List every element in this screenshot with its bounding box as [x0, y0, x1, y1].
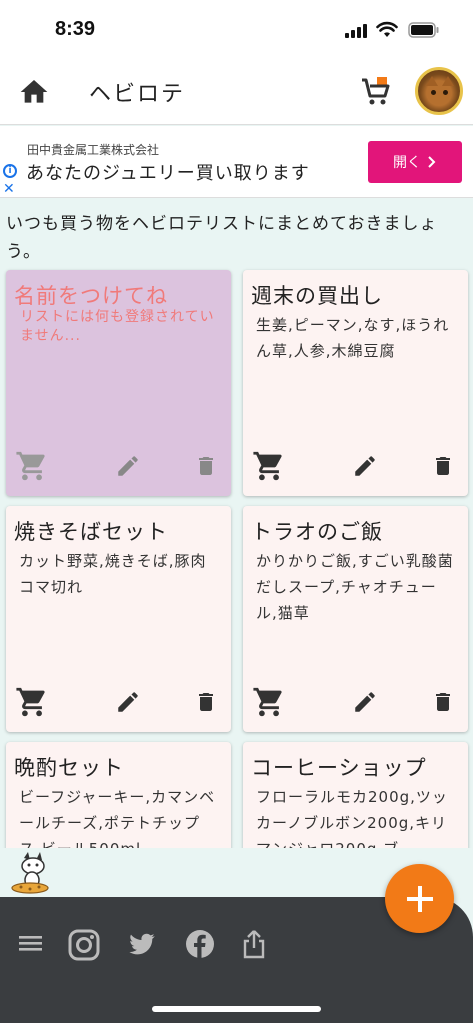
- signal-icon: [345, 24, 367, 38]
- edit-icon[interactable]: [108, 446, 148, 486]
- user-avatar[interactable]: [415, 67, 463, 115]
- list-grid: 名前をつけてね リストには何も登録されていません... 週末の買出し 生姜,ピーマン,…: [0, 266, 473, 848]
- delete-icon[interactable]: [186, 682, 226, 722]
- chevron-right-icon: [428, 156, 436, 168]
- app-screen: 8:39 ヘビロテ 田中貴金属工業株式会社 あなたのジュエリー買い取ります i …: [0, 0, 473, 1023]
- cart-icon[interactable]: [249, 682, 289, 722]
- twitter-icon[interactable]: [126, 929, 158, 959]
- ad-close-icon[interactable]: ✕: [3, 181, 15, 197]
- home-indicator[interactable]: [152, 1006, 321, 1012]
- list-card[interactable]: 焼きそばセットカット野菜,焼きそば,豚肉コマ切れ: [6, 506, 231, 732]
- share-icon[interactable]: [242, 929, 266, 959]
- list-items: 生姜,ピーマン,なす,ほうれん草,人参,木綿豆腐: [256, 316, 450, 360]
- list-card[interactable]: コーヒーショップフローラルモカ200g,ツッカーノブルボン200g,キリマンジャ…: [243, 742, 468, 848]
- list-name: 週末の買出し: [251, 284, 383, 308]
- edit-icon[interactable]: [108, 682, 148, 722]
- delete-icon[interactable]: [186, 446, 226, 486]
- list-items: ビーフジャーキー,カマンベールチーズ,ポテトチップス,ビール500ml: [19, 788, 216, 848]
- edit-icon[interactable]: [345, 682, 385, 722]
- plus-icon: [406, 885, 433, 912]
- list-name: 名前をつけてね: [14, 284, 168, 308]
- cart-icon[interactable]: [12, 682, 52, 722]
- ad-company: 田中貴金属工業株式会社: [27, 143, 160, 157]
- add-list-button[interactable]: [385, 864, 454, 933]
- list-items: カット野菜,焼きそば,豚肉コマ切れ: [19, 552, 207, 596]
- app-title: ヘビロテ: [89, 82, 186, 107]
- ad-open-button[interactable]: 開く: [368, 141, 462, 183]
- cat-mascot-icon: [11, 852, 49, 894]
- status-bar: 8:39: [0, 0, 473, 62]
- ad-info-icon[interactable]: i: [3, 164, 17, 178]
- status-time: 8:39: [55, 18, 96, 40]
- list-card[interactable]: 名前をつけてね リストには何も登録されていません...: [6, 270, 231, 496]
- list-card[interactable]: 晩酌セットビーフジャーキー,カマンベールチーズ,ポテトチップス,ビール500ml: [6, 742, 231, 848]
- instagram-icon[interactable]: [68, 929, 100, 961]
- app-bar: ヘビロテ: [0, 62, 473, 125]
- list-card[interactable]: 週末の買出し生姜,ピーマン,なす,ほうれん草,人参,木綿豆腐: [243, 270, 468, 496]
- list-name: コーヒーショップ: [251, 756, 427, 780]
- cart-add-icon[interactable]: [359, 74, 393, 108]
- list-name: トラオのご飯: [251, 520, 383, 544]
- list-name: 晩酌セット: [14, 756, 124, 780]
- ad-open-label: 開く: [393, 155, 421, 171]
- cart-icon[interactable]: [249, 446, 289, 486]
- cart-icon[interactable]: [12, 446, 52, 486]
- home-icon[interactable]: [18, 76, 50, 108]
- ad-banner[interactable]: 田中貴金属工業株式会社 あなたのジュエリー買い取ります i ✕ 開く: [0, 126, 473, 198]
- facebook-icon[interactable]: [185, 929, 215, 959]
- battery-icon: [408, 22, 439, 38]
- list-items: かりかりご飯,すごい乳酸菌だしスープ,チャオチュール,猫草: [256, 552, 454, 622]
- menu-icon[interactable]: [18, 933, 44, 953]
- list-name: 焼きそばセット: [14, 520, 168, 544]
- intro-text: いつも買う物をヘビロテリストにまとめておきましょう。: [6, 214, 438, 262]
- delete-icon[interactable]: [423, 682, 463, 722]
- ad-headline[interactable]: あなたのジュエリー買い取ります: [26, 159, 310, 185]
- wifi-icon: [376, 21, 398, 37]
- list-card[interactable]: トラオのご飯かりかりご飯,すごい乳酸菌だしスープ,チャオチュール,猫草: [243, 506, 468, 732]
- edit-icon[interactable]: [345, 446, 385, 486]
- list-items: フローラルモカ200g,ツッカーノブルボン200g,キリマンジャロ200g,ブ: [256, 788, 448, 848]
- list-items: リストには何も登録されていません...: [20, 309, 215, 344]
- delete-icon[interactable]: [423, 446, 463, 486]
